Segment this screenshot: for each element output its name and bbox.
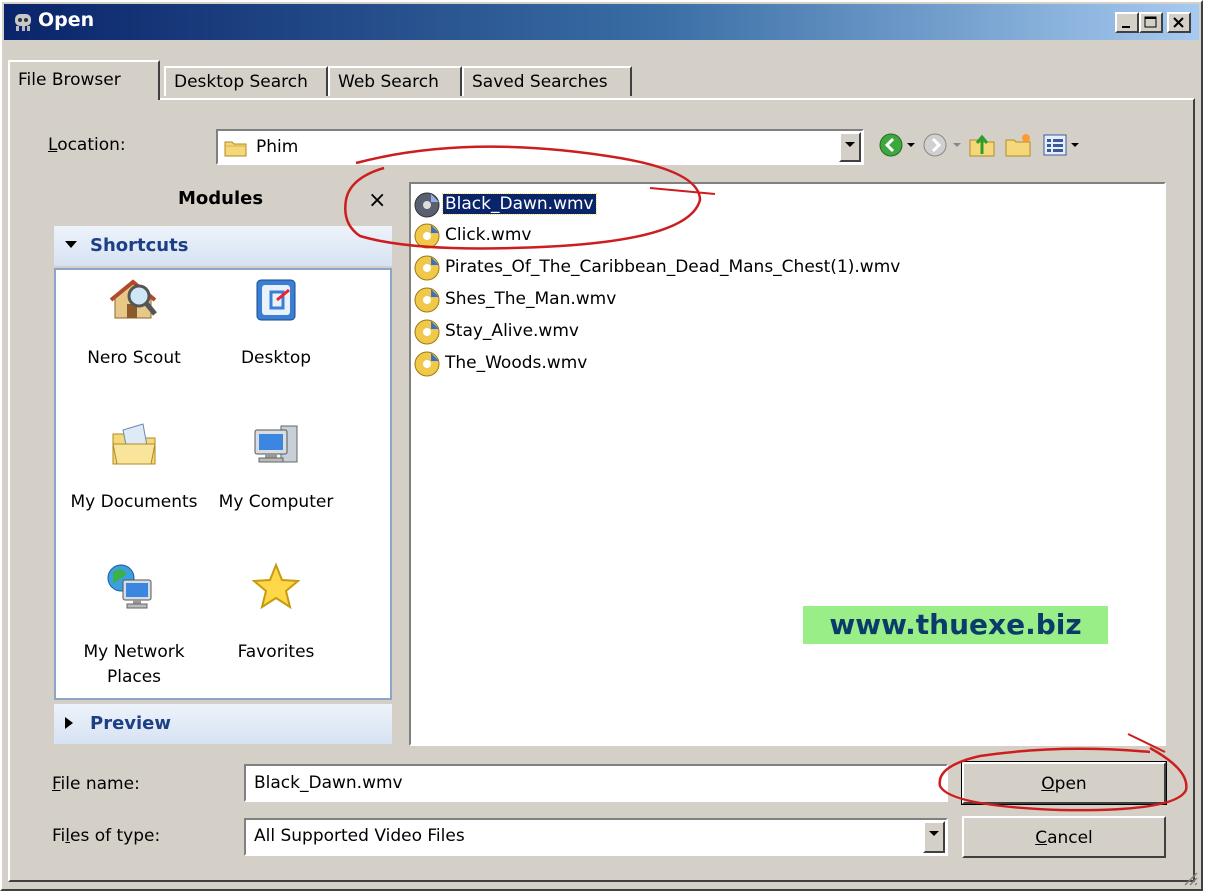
file-name: Pirates_Of_The_Caribbean_Dead_Mans_Chest… — [445, 257, 901, 277]
filename-value: Black_Dawn.wmv — [254, 773, 403, 793]
shortcuts-label: Shortcuts — [90, 235, 189, 256]
filetype-label: Files of type: — [52, 826, 161, 846]
tab-label: Saved Searches — [472, 72, 608, 92]
wmv-file-icon — [414, 223, 440, 249]
minimize-button[interactable] — [1115, 12, 1139, 33]
file-list[interactable]: Black_Dawn.wmv Click.wmv Pirates_Of_The_… — [409, 182, 1166, 746]
wmv-file-icon — [414, 255, 440, 281]
file-name: Click.wmv — [445, 225, 532, 245]
view-dropdown-icon[interactable] — [1070, 142, 1080, 150]
tab-desktop-search[interactable]: Desktop Search — [164, 66, 328, 96]
tab-saved-searches[interactable]: Saved Searches — [462, 66, 632, 96]
open-button-label: Open — [1041, 774, 1087, 794]
my-network-places-icon — [107, 564, 152, 609]
modules-title: Modules — [178, 188, 264, 209]
shortcut-label: My Network Places — [83, 642, 185, 687]
cancel-button-label: Cancel — [1035, 828, 1093, 848]
window-title: Open — [38, 9, 95, 31]
location-dropdown-button[interactable] — [839, 132, 861, 162]
shortcut-my-computer[interactable]: My Computer — [201, 420, 351, 530]
preview-header[interactable]: Preview — [54, 704, 392, 744]
filename-input[interactable]: Black_Dawn.wmv — [244, 764, 948, 802]
watermark-text: www.thuexe.biz — [803, 606, 1108, 644]
shortcuts-header[interactable]: Shortcuts — [54, 226, 392, 266]
shortcut-label: Favorites — [237, 642, 315, 662]
close-button[interactable] — [1167, 12, 1191, 33]
shortcuts-panel: Nero Scout Desktop My Documents My Compu… — [54, 268, 392, 700]
filetype-dropdown-button[interactable] — [923, 821, 945, 853]
forward-dropdown-icon[interactable] — [952, 142, 962, 150]
new-folder-icon[interactable] — [1004, 132, 1032, 158]
shortcut-my-documents[interactable]: My Documents — [59, 420, 209, 530]
forward-icon[interactable] — [922, 132, 948, 158]
view-menu-icon[interactable] — [1042, 132, 1068, 158]
shortcut-nero-scout[interactable]: Nero Scout — [59, 276, 209, 386]
chevron-down-icon — [65, 241, 77, 248]
open-dialog: Open File Browser Desktop Search Web Sea… — [0, 0, 1203, 891]
resize-grip-icon[interactable] — [1181, 869, 1199, 887]
my-computer-icon — [254, 425, 298, 463]
nero-scout-icon — [109, 279, 157, 319]
tab-label: Desktop Search — [174, 72, 308, 92]
chevron-down-icon — [845, 142, 855, 147]
file-name: Black_Dawn.wmv — [442, 193, 597, 215]
up-folder-icon[interactable] — [968, 132, 996, 158]
tab-label: File Browser — [18, 70, 121, 90]
tab-label: Web Search — [338, 72, 439, 92]
close-icon — [1173, 17, 1184, 28]
nero-app-icon — [15, 14, 31, 31]
shortcut-label: My Computer — [218, 492, 334, 512]
wmv-file-icon — [414, 287, 440, 313]
shortcut-desktop[interactable]: Desktop — [201, 276, 351, 386]
tab-file-browser[interactable]: File Browser — [8, 60, 160, 100]
maximize-button[interactable] — [1139, 12, 1163, 33]
location-value: Phim — [256, 137, 299, 157]
back-dropdown-icon[interactable] — [906, 142, 916, 150]
file-name: The_Woods.wmv — [445, 353, 588, 373]
shortcut-label: Desktop — [240, 348, 312, 368]
wmv-file-icon — [414, 319, 440, 345]
shortcut-label: My Documents — [70, 492, 198, 512]
cancel-button[interactable]: Cancel — [962, 816, 1166, 858]
location-label: Location: — [48, 135, 126, 155]
wmv-file-icon — [414, 351, 440, 377]
maximize-icon — [1144, 16, 1157, 28]
minimize-icon — [1122, 26, 1130, 28]
modules-close-icon[interactable]: × — [368, 188, 386, 213]
shortcut-favorites[interactable]: Favorites — [201, 562, 351, 682]
shortcut-label: Nero Scout — [87, 348, 181, 368]
filetype-select[interactable]: All Supported Video Files — [244, 818, 948, 856]
chevron-right-icon — [65, 717, 73, 729]
chevron-down-icon — [929, 831, 939, 836]
filetype-value: All Supported Video Files — [254, 826, 465, 846]
tab-web-search[interactable]: Web Search — [328, 66, 462, 96]
location-combo[interactable]: Phim — [216, 129, 864, 165]
title-bar[interactable]: Open — [4, 4, 1199, 40]
desktop-icon — [256, 279, 296, 321]
file-name: Stay_Alive.wmv — [445, 321, 579, 341]
wmv-file-icon — [414, 192, 440, 218]
favorites-icon — [251, 562, 301, 610]
file-name: Shes_The_Man.wmv — [445, 289, 617, 309]
back-icon[interactable] — [878, 132, 904, 158]
filename-label: File name: — [52, 774, 140, 794]
my-documents-icon — [112, 423, 156, 465]
preview-label: Preview — [90, 713, 172, 734]
shortcut-my-network-places[interactable]: My Network Places — [59, 562, 209, 687]
open-button[interactable]: Open — [961, 761, 1167, 805]
folder-icon — [224, 141, 247, 157]
